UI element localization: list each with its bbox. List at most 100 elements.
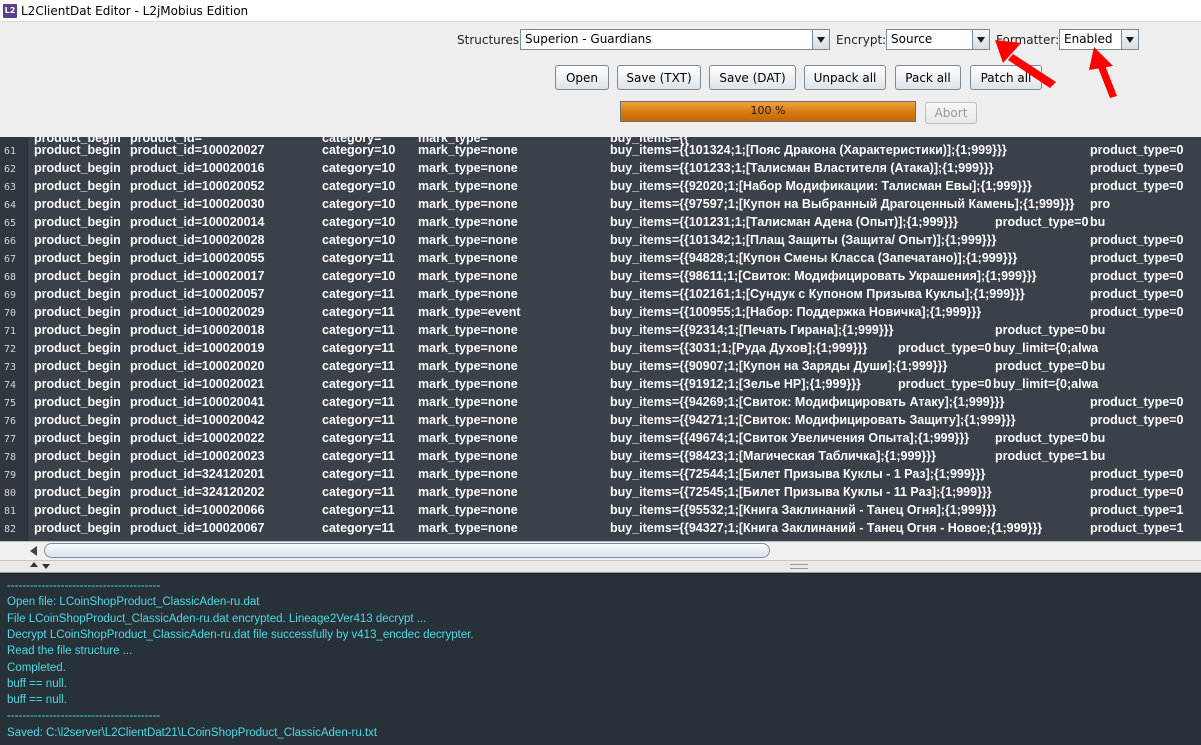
product-id-field: product_id=100020027 xyxy=(130,143,265,157)
mark-type-field: mark_type=none xyxy=(418,233,518,247)
pack-all-button[interactable]: Pack all xyxy=(895,65,961,90)
buy-items-field: buy_items={{72545;1;[Билет Призыва Куклы… xyxy=(610,485,992,499)
line-number: 71 xyxy=(4,326,17,337)
line-number: 76 xyxy=(4,416,17,427)
console-line: buff == null. xyxy=(7,694,67,707)
editor-line[interactable]: 72 product_begin product_id=100020019 categ… xyxy=(0,340,1201,358)
buy-items-field: buy_items={{95532;1;[Книга Заклинаний - … xyxy=(610,503,997,517)
category-field: category=10 xyxy=(322,143,396,157)
editor-line[interactable]: 75 product_begin product_id=100020041 categ… xyxy=(0,394,1201,412)
window-title: L2ClientDat Editor - L2jMobius Edition xyxy=(21,3,249,18)
trailing-field: bu xyxy=(1090,431,1106,445)
collapse-down-icon[interactable] xyxy=(42,564,50,569)
formatter-select[interactable]: Enabled xyxy=(1059,29,1139,50)
editor-line[interactable]: 76 product_begin product_id=100020042 categ… xyxy=(0,412,1201,430)
save-txt-button[interactable]: Save (TXT) xyxy=(617,65,701,90)
abort-button[interactable]: Abort xyxy=(925,102,977,124)
editor-line[interactable]: 73 product_begin product_id=100020020 categ… xyxy=(0,358,1201,376)
editor-line[interactable]: 77 product_begin product_id=100020022 categ… xyxy=(0,430,1201,448)
buy-items-field: buy_items={{98423;1;[Магическая Табличка… xyxy=(610,449,936,463)
mark-type-field: mark_type=none xyxy=(418,323,518,337)
editor-line[interactable]: 69 product_begin product_id=100020057 categ… xyxy=(0,286,1201,304)
editor-line[interactable]: 71 product_begin product_id=100020018 categ… xyxy=(0,322,1201,340)
product-begin-token: product_begin xyxy=(34,305,121,319)
product-id-field: product_id=100020042 xyxy=(130,413,265,427)
structures-select[interactable]: Superion - Guardians xyxy=(520,29,830,50)
console-line: Saved: C:\l2server\L2ClientDat21\LCoinSh… xyxy=(7,726,378,739)
product-begin-token: product_begin xyxy=(34,377,121,391)
product-type-field: product_type=0 xyxy=(1090,179,1184,193)
chevron-down-icon[interactable] xyxy=(812,30,829,49)
editor-line[interactable]: 70 product_begin product_id=100020029 categ… xyxy=(0,304,1201,322)
line-number: 68 xyxy=(4,272,17,283)
unpack-all-button[interactable]: Unpack all xyxy=(804,65,886,90)
patch-all-button[interactable]: Patch all xyxy=(970,65,1042,90)
product-id-field: product_id=100020023 xyxy=(130,449,265,463)
product-type-field: product_type=0 xyxy=(1090,269,1184,283)
log-console: ----------------------------------------… xyxy=(0,573,1201,745)
save-dat-button[interactable]: Save (DAT) xyxy=(709,65,796,90)
editor-line[interactable]: 81 product_begin product_id=100020066 categ… xyxy=(0,502,1201,520)
splitter-grip-icon[interactable] xyxy=(790,564,808,569)
split-pane-divider[interactable] xyxy=(0,560,1201,573)
editor-line[interactable]: 62 product_begin product_id=100020016 categ… xyxy=(0,160,1201,178)
trailing-field: bu xyxy=(1090,359,1106,373)
editor-line[interactable]: 64 product_begin product_id=100020030 categ… xyxy=(0,196,1201,214)
editor-line[interactable]: 66 product_begin product_id=100020028 categ… xyxy=(0,232,1201,250)
console-line: buff == null. xyxy=(7,677,67,690)
editor-line[interactable]: 82 product_begin product_id=100020067 categ… xyxy=(0,520,1201,538)
buy-items-field: buy_items={{72544;1;[Билет Призыва Куклы… xyxy=(610,467,986,481)
console-line: ---------------------------------------- xyxy=(7,710,161,723)
product-id-field: product_id=100020022 xyxy=(130,431,265,445)
editor-line[interactable]: 79 product_begin product_id=324120201 categ… xyxy=(0,466,1201,484)
product-type-field: product_type=0 xyxy=(995,215,1089,229)
line-number: 74 xyxy=(4,380,17,391)
product-id-field: product_id=100020014 xyxy=(130,215,265,229)
mark-type-field: mark_type=none xyxy=(418,215,518,229)
category-field: category=11 xyxy=(322,521,395,535)
product-type-field: product_type=0 xyxy=(1090,233,1184,247)
product-begin-token: product_begin xyxy=(34,341,121,355)
chevron-down-icon[interactable] xyxy=(1121,30,1138,49)
editor-horizontal-scrollbar[interactable] xyxy=(0,541,1201,560)
text-editor[interactable]: product_begin product_id= category= mark… xyxy=(0,137,1201,541)
editor-line[interactable]: 74 product_begin product_id=100020021 categ… xyxy=(0,376,1201,394)
category-field: category=10 xyxy=(322,179,396,193)
product-begin-token: product_begin xyxy=(34,269,121,283)
open-button[interactable]: Open xyxy=(555,65,609,90)
line-number: 66 xyxy=(4,236,17,247)
editor-line[interactable]: 78 product_begin product_id=100020023 categ… xyxy=(0,448,1201,466)
product-type-field: product_type=1 xyxy=(1090,503,1184,517)
line-number: 62 xyxy=(4,164,17,175)
product-id-field: product_id=100020055 xyxy=(130,251,265,265)
trailing-field: pro xyxy=(1090,197,1111,211)
mark-type-field: mark_type=none xyxy=(418,431,518,445)
product-id-field: product_id=100020057 xyxy=(130,287,265,301)
line-number: 81 xyxy=(4,506,17,517)
collapse-up-icon[interactable] xyxy=(30,562,38,567)
buy-items-field: buy_items={{101233;1;[Талисман Властител… xyxy=(610,161,994,175)
category-field: category=10 xyxy=(322,215,396,229)
editor-line[interactable]: 68 product_begin product_id=100020017 categ… xyxy=(0,268,1201,286)
buy-items-field: buy_items={{49674;1;[Свиток Увеличения О… xyxy=(610,431,970,445)
editor-line[interactable]: 80 product_begin product_id=324120202 categ… xyxy=(0,484,1201,502)
product-begin-token: product_begin xyxy=(34,233,121,247)
editor-line[interactable]: 65 product_begin product_id=100020014 categ… xyxy=(0,214,1201,232)
l2-app-icon: L2 xyxy=(3,3,17,18)
product-type-field: product_type=0 xyxy=(1090,143,1184,157)
editor-line[interactable]: 61 product_begin product_id=100020027 categ… xyxy=(0,142,1201,160)
mark-type-field: mark_type=none xyxy=(418,485,518,499)
category-field: category=11 xyxy=(322,503,395,517)
editor-line[interactable]: 67 product_begin product_id=100020055 categ… xyxy=(0,250,1201,268)
encrypt-label: Encrypt: xyxy=(836,33,887,47)
scroll-left-icon[interactable] xyxy=(30,546,37,556)
line-number: 82 xyxy=(4,524,17,535)
chevron-down-icon[interactable] xyxy=(972,30,989,49)
mark-type-field: mark_type=none xyxy=(418,269,518,283)
encrypt-select[interactable]: Source xyxy=(886,29,990,50)
structures-label: Structures xyxy=(457,33,520,47)
mark-type-field: mark_type=none xyxy=(418,341,518,355)
scrollbar-thumb[interactable] xyxy=(44,543,770,558)
line-number: 72 xyxy=(4,344,17,355)
editor-line[interactable]: 63 product_begin product_id=100020052 categ… xyxy=(0,178,1201,196)
